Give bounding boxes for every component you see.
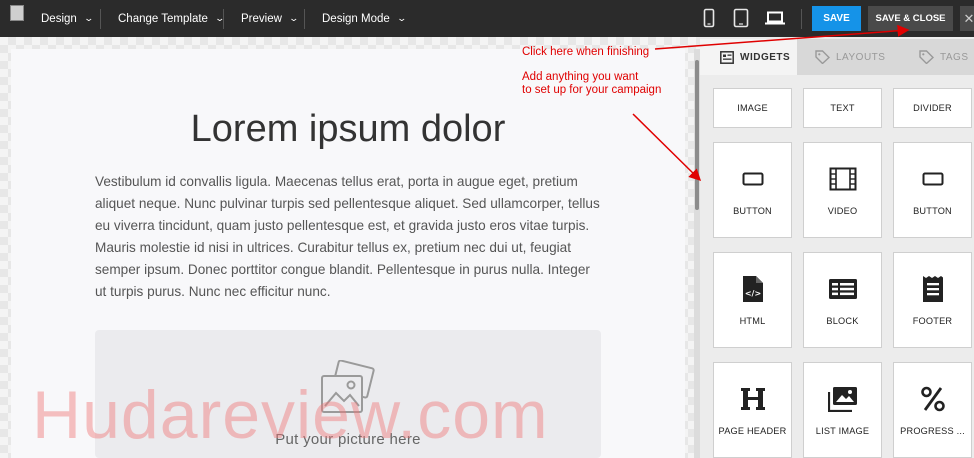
watermark: Hudareview.com (32, 377, 549, 453)
arrow-to-save-close (654, 24, 910, 50)
arrow-to-widgets (632, 113, 702, 182)
